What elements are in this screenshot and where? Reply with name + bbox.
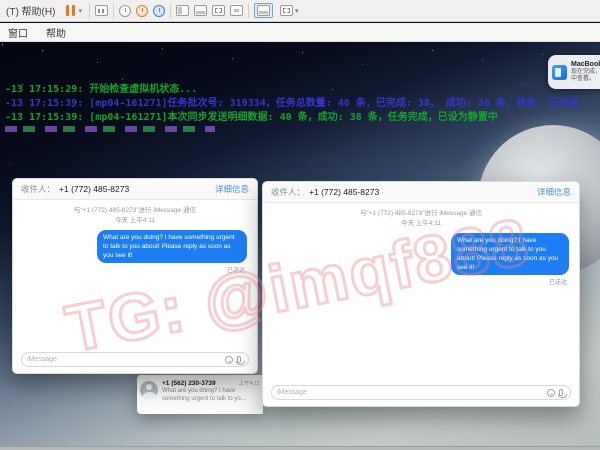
conversation-preview: What are you doing? I have something urg… (162, 387, 260, 403)
chevron-down-icon: ▾ (78, 7, 82, 15)
toolbar-separator (170, 4, 171, 18)
microphone-icon[interactable] (237, 356, 241, 363)
contact-avatar (140, 381, 158, 399)
conversation-time: 上午4:11 (239, 379, 260, 387)
log-line: -13 17:15:39: [mp04-161271]任务批次号: 319334… (5, 97, 599, 111)
log-line: -13 17:15:29: 开始检查虚拟机状态... (5, 83, 599, 97)
pause-button[interactable]: ▾ (64, 4, 84, 17)
message-input[interactable] (277, 387, 547, 399)
toolbar-separator (248, 4, 249, 18)
window-bottom-edge (0, 446, 600, 450)
library-panel-icon[interactable] (176, 5, 189, 16)
toolbar-separator (113, 4, 114, 18)
stretch-display-icon (280, 5, 293, 16)
snapshot-manager-icon[interactable] (153, 5, 165, 17)
delivered-status: 已送达 (13, 265, 245, 274)
conversation-list-row[interactable]: +1 (562) 230-3739 上午4:11 What are you do… (137, 375, 263, 414)
session-info: 与“+1 (772) 485-8273”进行 iMessage 通信 (263, 209, 579, 218)
delivered-status: 已送达 (263, 277, 567, 286)
show-console-button[interactable] (254, 3, 273, 18)
snapshot-revert-icon[interactable] (136, 5, 148, 17)
notification-body-line1: 现在完成， (571, 69, 600, 76)
chat-window-1: 收件人： +1 (772) 485-8273 详细信息 与“+1 (772) 4… (12, 178, 258, 374)
unity-icon[interactable] (230, 5, 243, 16)
notification-body-line2: 中查看。 (571, 76, 600, 83)
to-label: 收件人： (21, 183, 55, 195)
emoji-icon[interactable] (547, 389, 555, 397)
log-line-clipped (5, 126, 215, 132)
menu-fragment[interactable]: (T) 帮助(H) (6, 3, 55, 18)
date-label: 今天 上午4:11 (13, 216, 257, 225)
recipient-number: +1 (772) 485-8273 (309, 187, 379, 197)
chevron-down-icon: ▾ (295, 7, 299, 15)
message-input-bar (21, 352, 249, 367)
recipient-number: +1 (772) 485-8273 (59, 184, 129, 194)
notification-title: MacBook (571, 61, 600, 69)
screen: (T) 帮助(H) ▾ ▾ 窗口 帮助 - (0, 0, 600, 450)
session-info: 与“+1 (772) 485-8273”进行 iMessage 通信 (13, 206, 257, 215)
fullscreen-icon[interactable] (212, 5, 225, 16)
menu-item-window[interactable]: 窗口 (8, 25, 28, 40)
snapshot-clock-icon[interactable] (119, 5, 131, 17)
chat-header: 收件人： +1 (772) 485-8273 详细信息 (13, 179, 257, 200)
toolbar-separator (89, 4, 90, 18)
microphone-icon[interactable] (559, 389, 563, 396)
pause-icon (72, 5, 75, 16)
stretch-display-button[interactable]: ▾ (278, 4, 301, 17)
chat-header: 收件人： +1 (772) 485-8273 详细信息 (263, 182, 579, 203)
details-button[interactable]: 详细信息 (215, 183, 249, 195)
stars-decoration (2, 44, 3, 45)
message-input[interactable] (27, 354, 225, 366)
vmware-toolbar: (T) 帮助(H) ▾ ▾ (0, 0, 600, 22)
console-panel-icon[interactable] (194, 5, 207, 16)
send-ctrl-alt-del-icon[interactable] (95, 5, 108, 16)
sent-message-bubble: What are you doing? I have something urg… (97, 230, 247, 263)
emoji-icon[interactable] (225, 356, 233, 364)
vm-desktop: -13 17:15:29: 开始检查虚拟机状态... -13 17:15:39:… (0, 42, 600, 450)
notification-banner[interactable]: MacBook 现在完成， 中查看。 (548, 55, 600, 89)
to-label: 收件人： (271, 186, 305, 198)
sent-message-bubble: What are you doing? I have something urg… (451, 233, 569, 275)
console-log: -13 17:15:29: 开始检查虚拟机状态... -13 17:15:39:… (5, 83, 599, 132)
log-line: -13 17:15:39: [mp04-161271]本次同步发送明细数据: 4… (5, 111, 599, 125)
pause-icon (66, 5, 69, 16)
show-console-icon (257, 5, 270, 16)
menu-bar: 窗口 帮助 (0, 23, 600, 42)
message-input-bar (271, 385, 571, 400)
conversation-name: +1 (562) 230-3739 (162, 380, 216, 387)
date-label: 今天 上午4:11 (263, 219, 579, 228)
menu-item-help[interactable]: 帮助 (46, 25, 66, 40)
migration-app-icon (552, 65, 567, 80)
chat-window-2: 收件人： +1 (772) 485-8273 详细信息 与“+1 (772) 4… (262, 181, 580, 407)
details-button[interactable]: 详细信息 (537, 186, 571, 198)
